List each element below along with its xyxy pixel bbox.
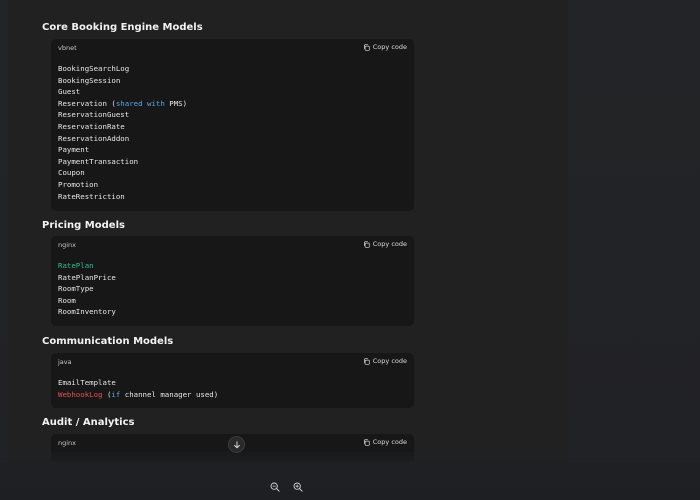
section-heading: Pricing Models [42,220,125,231]
code-line: RatePlanPrice [58,272,407,284]
code-token: shared [115,98,143,108]
code-block: nginx Copy code RatePlan RatePlanPrice Roo… [51,236,414,326]
copy-code-button[interactable]: Copy code [363,357,407,365]
code-token: ReservationGuest [58,110,130,120]
code-token: RoomType [58,284,94,294]
zoom-in-button[interactable] [292,481,303,492]
copy-icon [363,438,370,446]
code-token: PaymentTransaction [58,156,139,166]
zoom-out-icon [270,482,280,492]
code-token: Room [58,295,76,305]
copy-code-button[interactable]: Copy code [363,438,407,446]
arrow-down-icon [233,440,240,448]
code-token: BookingSession [58,75,121,85]
zoom-out-button[interactable] [269,481,280,492]
code-line: ReservationAddon [58,133,407,145]
code-language: nginx [58,439,77,447]
copy-code-label: Copy code [372,438,407,446]
zoom-in-icon [293,482,303,492]
copy-icon [363,357,370,365]
code-block: java Copy code EmailTemplate WebhookLog (… [51,353,414,408]
code-line: RateRestriction [58,191,407,203]
section-heading: Audit / Analytics [42,417,135,428]
copy-icon [363,240,370,248]
code-line: RoomInventory [58,306,407,318]
code-line: Room [58,295,407,307]
code-body: RatePlan RatePlanPrice RoomType Room RoomInv… [51,254,414,318]
copy-code-button[interactable]: Copy code [363,43,407,51]
code-line: EmailTemplate [58,377,407,389]
bottom-bar [0,452,700,500]
copy-code-button[interactable]: Copy code [363,240,407,248]
code-line: Payment [58,144,407,156]
code-line: WebhookLog (if channel manager used) [58,389,407,401]
section-heading: Core Booking Engine Models [42,22,203,33]
code-token: ReservationAddon [58,133,130,143]
code-body: BookingSearchLog BookingSession Guest Reser… [51,57,414,202]
code-line: RoomType [58,283,407,295]
code-language: nginx [58,241,77,249]
code-token: channel manager used) [120,389,219,399]
copy-code-label: Copy code [372,357,407,365]
code-line: PaymentTransaction [58,156,407,168]
chat-content: Core Booking Engine Models vbnet Copy co… [8,0,568,462]
scroll-to-bottom-button[interactable] [228,436,245,453]
code-token: Payment [58,145,90,155]
copy-icon [363,43,370,51]
section-heading: Communication Models [42,336,174,347]
code-line: Coupon [58,167,407,179]
code-token: PMS) [164,98,188,108]
code-token: if [111,389,121,399]
code-token: EmailTemplate [58,378,116,387]
code-line: Reservation (shared with PMS) [58,98,407,110]
code-line: Guest [58,86,407,98]
code-line: BookingSession [58,75,407,87]
code-token: with [147,98,165,108]
code-header: vbnet Copy code [51,39,414,57]
code-body: EmailTemplate WebhookLog (if channel mana… [51,371,414,400]
code-token: RoomInventory [58,307,116,317]
code-header: nginx Copy code [51,236,414,254]
code-token: BookingSearchLog [58,64,130,73]
code-token: Reservation ( [58,98,116,108]
viewport: Core Booking Engine Models vbnet Copy co… [0,0,700,500]
code-token: Promotion [58,179,99,189]
code-token: ReservationRate [58,121,125,131]
code-header: java Copy code [51,353,414,371]
code-token: Coupon [58,168,85,178]
zoom-controls [269,481,303,492]
code-token: RatePlan [58,261,94,270]
code-line: ReservationGuest [58,109,407,121]
code-line: Promotion [58,179,407,191]
code-line: RatePlan [58,260,407,272]
code-token: RateRestriction [58,191,125,201]
code-language: vbnet [58,44,77,52]
code-language: java [58,358,72,366]
code-block: vbnet Copy code BookingSearchLog BookingS… [51,39,414,211]
code-token: RatePlanPrice [58,272,116,282]
copy-code-label: Copy code [372,240,407,248]
code-line: BookingSearchLog [58,63,407,75]
code-line: ReservationRate [58,121,407,133]
code-token: Guest [58,87,81,97]
code-token: WebhookLog [58,389,103,399]
copy-code-label: Copy code [372,43,407,51]
